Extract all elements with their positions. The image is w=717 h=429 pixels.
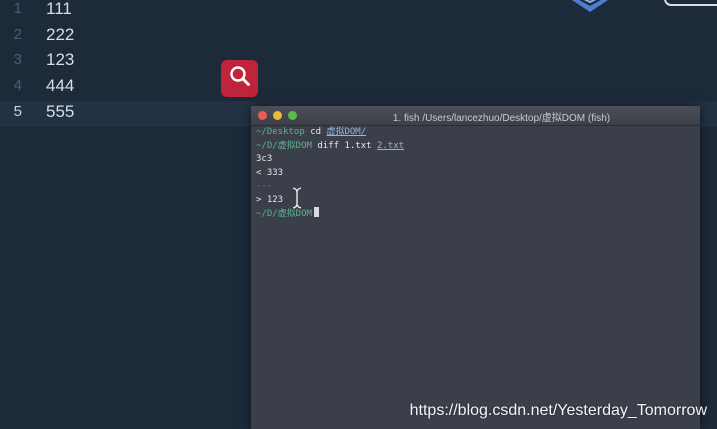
line-text[interactable]: 555 — [46, 102, 74, 122]
command-arg: 2.txt — [376, 140, 405, 151]
line-text[interactable]: 444 — [46, 76, 74, 96]
output-line: > 123 — [256, 194, 284, 205]
editor-line[interactable]: 4 444 — [0, 75, 717, 101]
command-text: cd — [310, 127, 322, 137]
top-pill-button[interactable] — [664, 0, 717, 6]
terminal-output[interactable]: ~/Desktop cd 虚拟DOM/ ~/D/虚拟DOM diff 1.txt… — [256, 126, 696, 221]
minimize-button[interactable] — [273, 111, 282, 120]
search-icon — [229, 65, 251, 92]
logo-icon — [570, 0, 610, 14]
line-text[interactable]: 222 — [46, 25, 74, 45]
prompt-path: ~/D/虚拟DOM — [256, 140, 312, 151]
line-text[interactable]: 111 — [46, 0, 72, 19]
terminal-titlebar[interactable]: 1. fish /Users/lancezhuo/Desktop/虚拟DOM (… — [251, 106, 700, 126]
editor-line[interactable]: 3 123 — [0, 49, 717, 75]
line-number: 5 — [13, 103, 22, 120]
ibeam-cursor-icon — [292, 187, 302, 214]
top-badge — [628, 0, 658, 8]
line-number: 4 — [13, 77, 22, 94]
terminal-line[interactable]: ~/D/虚拟DOM — [256, 207, 696, 221]
output-separator: --- — [256, 181, 273, 191]
line-text[interactable]: 123 — [46, 50, 74, 70]
command-text: diff 1.txt — [317, 140, 372, 151]
prompt-path: ~/Desktop — [256, 127, 305, 137]
line-number: 1 — [13, 0, 22, 17]
command-arg: 虚拟DOM/ — [326, 127, 367, 137]
output-line: < 333 — [256, 167, 284, 178]
text-cursor — [313, 207, 319, 217]
close-button[interactable] — [258, 111, 267, 120]
zoom-button[interactable] — [288, 111, 297, 120]
search-button[interactable] — [221, 60, 258, 97]
line-number: 2 — [13, 26, 22, 43]
line-number: 3 — [13, 51, 22, 68]
watermark: https://blog.csdn.net/Yesterday_Tomorrow — [409, 402, 707, 419]
prompt-path: ~/D/虚拟DOM — [256, 209, 312, 219]
output-line: 3c3 — [256, 154, 273, 164]
terminal-title: 1. fish /Users/lancezhuo/Desktop/虚拟DOM (… — [392, 113, 611, 124]
terminal-line: ~/Desktop cd 虚拟DOM/ — [256, 126, 696, 140]
terminal-window[interactable]: 1. fish /Users/lancezhuo/Desktop/虚拟DOM (… — [251, 106, 700, 429]
editor-line[interactable]: 2 222 — [0, 24, 717, 50]
terminal-line: ~/D/虚拟DOM diff 1.txt 2.txt — [256, 140, 696, 154]
